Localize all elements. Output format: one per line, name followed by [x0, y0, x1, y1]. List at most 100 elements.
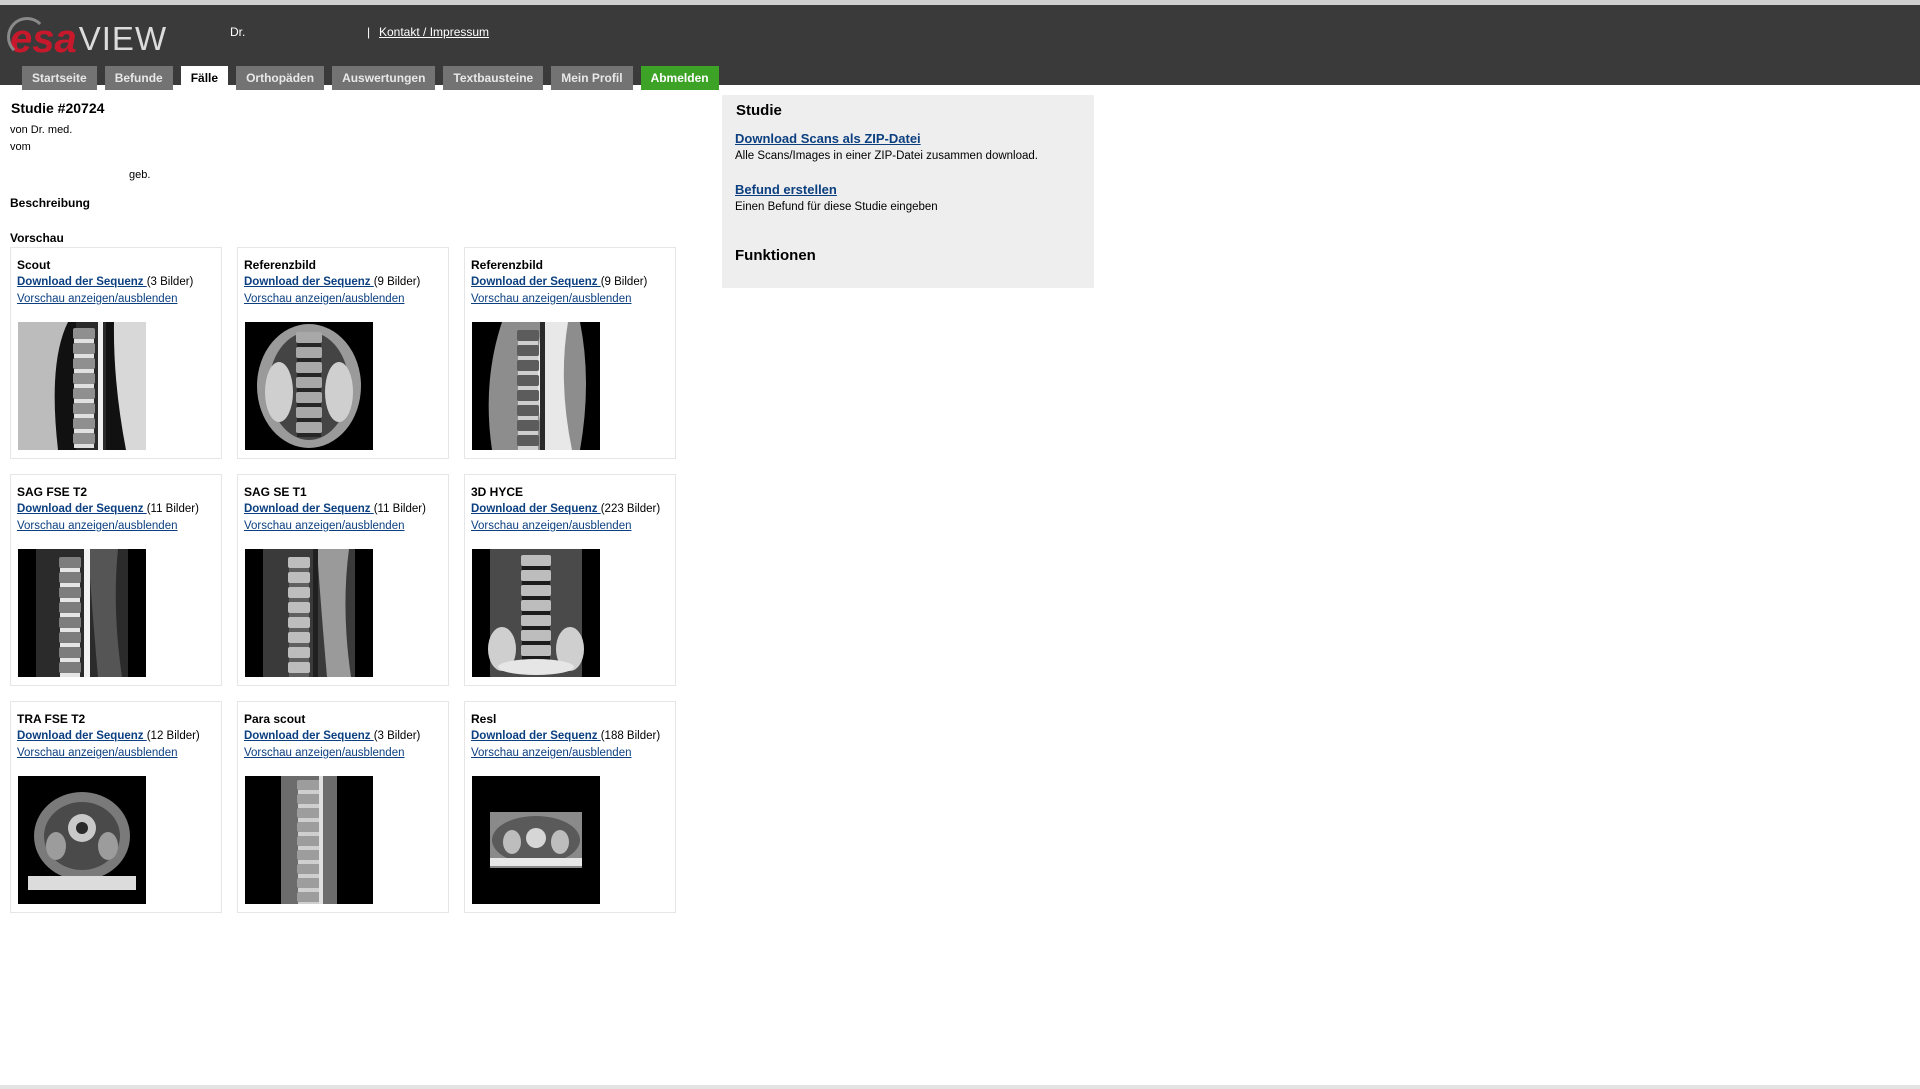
mri-image: [263, 549, 355, 677]
toggle-preview-link[interactable]: Vorschau anzeigen/ausblenden: [471, 747, 632, 759]
sequence-card: Resl Download der Sequenz (188 Bilder) V…: [464, 701, 676, 913]
mri-image: [488, 549, 584, 677]
zip-description: Alle Scans/Images in einer ZIP-Datei zus…: [735, 150, 1038, 162]
mri-thumbnail[interactable]: [18, 322, 146, 450]
birth-label: geb.: [129, 169, 151, 181]
functions-heading: Funktionen: [735, 247, 816, 264]
page-title: Studie #20724: [11, 100, 105, 116]
image-count: (3 Bilder): [373, 730, 421, 742]
mri-thumbnail[interactable]: [245, 776, 373, 904]
download-sequence-link[interactable]: Download der Sequenz: [471, 503, 601, 515]
tab-startseite[interactable]: Startseite: [22, 66, 97, 90]
mri-image: [257, 324, 361, 448]
study-sidebar: Studie Download Scans als ZIP-Datei Alle…: [722, 95, 1094, 288]
sequence-name: SAG SE T1: [244, 485, 307, 499]
download-line: Download der Sequenz (188 Bilder): [471, 730, 660, 742]
mri-thumbnail[interactable]: [18, 549, 146, 677]
download-sequence-link[interactable]: Download der Sequenz: [244, 503, 374, 515]
download-sequence-link[interactable]: Download der Sequenz: [17, 503, 147, 515]
sequence-name: 3D HYCE: [471, 485, 524, 499]
esaview-logo[interactable]: e sa VIEW: [6, 17, 167, 61]
study-date-label: vom: [10, 141, 31, 153]
mri-image: [281, 776, 337, 904]
toggle-preview-link[interactable]: Vorschau anzeigen/ausblenden: [17, 293, 178, 305]
create-report-link[interactable]: Befund erstellen: [735, 182, 837, 197]
sequence-card: SAG SE T1 Download der Sequenz (11 Bilde…: [237, 474, 449, 686]
download-sequence-link[interactable]: Download der Sequenz: [244, 730, 374, 742]
download-line: Download der Sequenz (3 Bilder): [244, 730, 420, 742]
report-description: Einen Befund für diese Studie eingeben: [735, 201, 938, 213]
mri-image: [490, 812, 582, 868]
download-sequence-link[interactable]: Download der Sequenz: [471, 730, 601, 742]
image-count: (11 Bilder): [373, 503, 426, 515]
sequence-card: Scout Download der Sequenz (3 Bilder) Vo…: [10, 247, 222, 459]
sequence-card: TRA FSE T2 Download der Sequenz (12 Bild…: [10, 701, 222, 913]
tab-faelle[interactable]: Fälle: [180, 66, 229, 90]
toggle-preview-link[interactable]: Vorschau anzeigen/ausblenden: [244, 747, 405, 759]
mri-image: [18, 322, 146, 450]
download-sequence-link[interactable]: Download der Sequenz: [17, 730, 147, 742]
logo-e: e: [6, 17, 48, 61]
mri-thumbnail[interactable]: [245, 322, 373, 450]
header-separator: |: [367, 25, 371, 39]
logout-button[interactable]: Abmelden: [640, 66, 719, 90]
app-header: e sa VIEW Dr. | Kontakt / Impressum Starts…: [0, 0, 1920, 90]
contact-impressum-link[interactable]: Kontakt / Impressum: [379, 25, 489, 39]
sequence-name: Resl: [471, 712, 497, 726]
image-count: (223 Bilder): [600, 503, 661, 515]
sequence-card: 3D HYCE Download der Sequenz (223 Bilder…: [464, 474, 676, 686]
main-nav: Startseite Befunde Fälle Orthopäden Ausw…: [22, 66, 727, 90]
mri-thumbnail[interactable]: [472, 776, 600, 904]
image-count: (11 Bilder): [146, 503, 199, 515]
download-zip-link[interactable]: Download Scans als ZIP-Datei: [735, 131, 921, 146]
study-doctor: von Dr. med.: [10, 124, 73, 136]
image-count: (9 Bilder): [373, 276, 421, 288]
footer-line: [0, 1085, 1920, 1089]
mri-image: [28, 792, 136, 890]
download-line: Download der Sequenz (11 Bilder): [244, 503, 426, 515]
image-count: (12 Bilder): [146, 730, 200, 742]
sequence-card: Referenzbild Download der Sequenz (9 Bil…: [237, 247, 449, 459]
mri-image: [488, 322, 586, 450]
sequence-name: Para scout: [244, 712, 306, 726]
sequence-name: Referenzbild: [244, 258, 317, 272]
sequence-name: SAG FSE T2: [17, 485, 88, 499]
sequence-name: Scout: [17, 258, 51, 272]
sequence-card: SAG FSE T2 Download der Sequenz (11 Bild…: [10, 474, 222, 686]
sequence-card: Para scout Download der Sequenz (3 Bilde…: [237, 701, 449, 913]
mri-thumbnail[interactable]: [472, 322, 600, 450]
description-heading: Beschreibung: [10, 196, 91, 210]
image-count: (9 Bilder): [600, 276, 648, 288]
download-line: Download der Sequenz (3 Bilder): [17, 276, 193, 288]
user-name: Dr.: [230, 25, 246, 39]
download-line: Download der Sequenz (12 Bilder): [17, 730, 200, 742]
toggle-preview-link[interactable]: Vorschau anzeigen/ausblenden: [244, 293, 405, 305]
tab-mein-profil[interactable]: Mein Profil: [551, 66, 633, 90]
preview-heading: Vorschau: [10, 231, 64, 245]
download-sequence-link[interactable]: Download der Sequenz: [471, 276, 601, 288]
image-count: (188 Bilder): [600, 730, 661, 742]
toggle-preview-link[interactable]: Vorschau anzeigen/ausblenden: [244, 520, 405, 532]
tab-auswertungen[interactable]: Auswertungen: [332, 66, 436, 90]
mri-thumbnail[interactable]: [18, 776, 146, 904]
toggle-preview-link[interactable]: Vorschau anzeigen/ausblenden: [17, 520, 178, 532]
toggle-preview-link[interactable]: Vorschau anzeigen/ausblenden: [471, 293, 632, 305]
sidebar-title: Studie: [736, 102, 782, 119]
sequence-name: Referenzbild: [471, 258, 544, 272]
sequence-name: TRA FSE T2: [17, 712, 86, 726]
toggle-preview-link[interactable]: Vorschau anzeigen/ausblenden: [471, 520, 632, 532]
mri-thumbnail[interactable]: [472, 549, 600, 677]
tab-textbausteine[interactable]: Textbausteine: [443, 66, 544, 90]
sequence-card: Referenzbild Download der Sequenz (9 Bil…: [464, 247, 676, 459]
download-line: Download der Sequenz (9 Bilder): [471, 276, 647, 288]
download-sequence-link[interactable]: Download der Sequenz: [17, 276, 147, 288]
download-line: Download der Sequenz (9 Bilder): [244, 276, 420, 288]
download-line: Download der Sequenz (11 Bilder): [17, 503, 199, 515]
mri-image: [36, 549, 128, 677]
toggle-preview-link[interactable]: Vorschau anzeigen/ausblenden: [17, 747, 178, 759]
download-sequence-link[interactable]: Download der Sequenz: [244, 276, 374, 288]
tab-orthopaeden[interactable]: Orthopäden: [236, 66, 325, 90]
mri-thumbnail[interactable]: [245, 549, 373, 677]
tab-befunde[interactable]: Befunde: [104, 66, 173, 90]
image-count: (3 Bilder): [146, 276, 194, 288]
